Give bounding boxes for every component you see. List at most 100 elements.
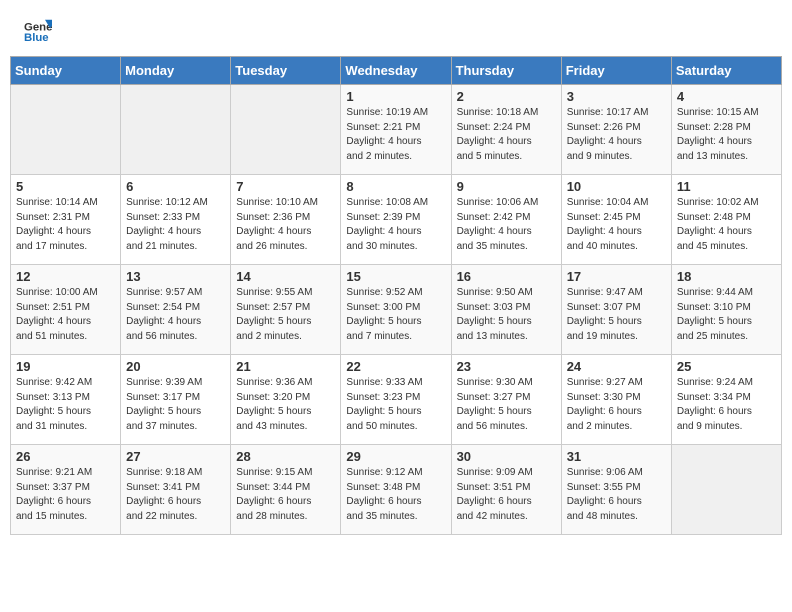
day-number: 4 (677, 89, 776, 104)
day-number: 10 (567, 179, 666, 194)
weekday-header: Thursday (451, 57, 561, 85)
day-number: 31 (567, 449, 666, 464)
calendar-cell (11, 85, 121, 175)
day-number: 12 (16, 269, 115, 284)
calendar-cell: 4 Sunrise: 10:15 AM Sunset: 2:28 PM Dayli… (671, 85, 781, 175)
calendar-cell: 2Sunrise: 10:18 AM Sunset: 2:24 PM Dayli… (451, 85, 561, 175)
day-number: 22 (346, 359, 445, 374)
calendar-cell: 8 Sunrise: 10:08 AM Sunset: 2:39 PM Dayli… (341, 175, 451, 265)
calendar-header: SundayMondayTuesdayWednesdayThursdayFrid… (11, 57, 782, 85)
day-info: Sunrise: 10:08 AM Sunset: 2:39 PM Daylig… (346, 196, 445, 254)
day-info: Sunrise: 9:21 AM Sunset: 3:37 PM Dayligh… (16, 466, 115, 524)
day-info: Sunrise: 10:15 AM Sunset: 2:28 PM Daylig… (677, 106, 776, 164)
day-number: 7 (236, 179, 335, 194)
day-number: 26 (16, 449, 115, 464)
calendar-cell: 17 Sunrise: 9:47 AM Sunset: 3:07 PM Dayli… (561, 265, 671, 355)
calendar-cell: 20 Sunrise: 9:39 AM Sunset: 3:17 PM Dayli… (121, 355, 231, 445)
calendar-cell: 21 Sunrise: 9:36 AM Sunset: 3:20 PM Dayli… (231, 355, 341, 445)
day-info: Sunrise: 9:42 AM Sunset: 3:13 PM Dayligh… (16, 376, 115, 434)
calendar-cell: 30Sunrise: 9:09 AM Sunset: 3:51 PM Dayli… (451, 445, 561, 535)
calendar-cell: 11 Sunrise: 10:02 AM Sunset: 2:48 PM Dayl… (671, 175, 781, 265)
calendar-cell: 28Sunrise: 9:15 AM Sunset: 3:44 PM Dayli… (231, 445, 341, 535)
weekday-header: Tuesday (231, 57, 341, 85)
calendar-wrap: SundayMondayTuesdayWednesdayThursdayFrid… (0, 56, 792, 545)
calendar-cell: 22 Sunrise: 9:33 AM Sunset: 3:23 PM Dayli… (341, 355, 451, 445)
day-info: Sunrise: 10:17 AM Sunset: 2:26 PM Daylig… (567, 106, 666, 164)
day-info: Sunrise: 9:33 AM Sunset: 3:23 PM Dayligh… (346, 376, 445, 434)
day-number: 29 (346, 449, 445, 464)
calendar-cell: 3 Sunrise: 10:17 AM Sunset: 2:26 PM Dayli… (561, 85, 671, 175)
day-number: 17 (567, 269, 666, 284)
calendar-cell: 7 Sunrise: 10:10 AM Sunset: 2:36 PM Dayli… (231, 175, 341, 265)
day-info: Sunrise: 10:12 AM Sunset: 2:33 PM Daylig… (126, 196, 225, 254)
calendar-cell (231, 85, 341, 175)
calendar-cell: 24 Sunrise: 9:27 AM Sunset: 3:30 PM Dayli… (561, 355, 671, 445)
day-info: Sunrise: 9:39 AM Sunset: 3:17 PM Dayligh… (126, 376, 225, 434)
day-number: 20 (126, 359, 225, 374)
calendar-table: SundayMondayTuesdayWednesdayThursdayFrid… (10, 56, 782, 535)
day-info: Sunrise: 9:57 AM Sunset: 2:54 PM Dayligh… (126, 286, 225, 344)
calendar-cell: 9 Sunrise: 10:06 AM Sunset: 2:42 PM Dayli… (451, 175, 561, 265)
day-info: Sunrise: 10:06 AM Sunset: 2:42 PM Daylig… (457, 196, 556, 254)
logo-icon: General Blue (24, 18, 52, 46)
day-number: 19 (16, 359, 115, 374)
day-number: 24 (567, 359, 666, 374)
calendar-cell (671, 445, 781, 535)
calendar-cell: 10 Sunrise: 10:04 AM Sunset: 2:45 PM Dayl… (561, 175, 671, 265)
weekday-header: Saturday (671, 57, 781, 85)
calendar-week-row: 12Sunrise: 10:00 AM Sunset: 2:51 PM Dayl… (11, 265, 782, 355)
day-info: Sunrise: 10:02 AM Sunset: 2:48 PM Daylig… (677, 196, 776, 254)
day-info: Sunrise: 9:30 AM Sunset: 3:27 PM Dayligh… (457, 376, 556, 434)
day-number: 2 (457, 89, 556, 104)
day-info: Sunrise: 9:50 AM Sunset: 3:03 PM Dayligh… (457, 286, 556, 344)
day-info: Sunrise: 9:12 AM Sunset: 3:48 PM Dayligh… (346, 466, 445, 524)
calendar-week-row: 5Sunrise: 10:14 AM Sunset: 2:31 PM Dayli… (11, 175, 782, 265)
day-info: Sunrise: 9:47 AM Sunset: 3:07 PM Dayligh… (567, 286, 666, 344)
day-number: 28 (236, 449, 335, 464)
calendar-cell: 12Sunrise: 10:00 AM Sunset: 2:51 PM Dayl… (11, 265, 121, 355)
calendar-cell: 26 Sunrise: 9:21 AM Sunset: 3:37 PM Dayli… (11, 445, 121, 535)
day-info: Sunrise: 9:24 AM Sunset: 3:34 PM Dayligh… (677, 376, 776, 434)
calendar-cell (121, 85, 231, 175)
day-info: Sunrise: 9:36 AM Sunset: 3:20 PM Dayligh… (236, 376, 335, 434)
calendar-cell: 27Sunrise: 9:18 AM Sunset: 3:41 PM Dayli… (121, 445, 231, 535)
header: General Blue (0, 0, 792, 56)
calendar-week-row: 1 Sunrise: 10:19 AM Sunset: 2:21 PM Dayli… (11, 85, 782, 175)
day-number: 13 (126, 269, 225, 284)
weekday-header: Friday (561, 57, 671, 85)
day-number: 11 (677, 179, 776, 194)
day-number: 30 (457, 449, 556, 464)
calendar-cell: 14 Sunrise: 9:55 AM Sunset: 2:57 PM Dayli… (231, 265, 341, 355)
day-info: Sunrise: 10:10 AM Sunset: 2:36 PM Daylig… (236, 196, 335, 254)
calendar-cell: 23Sunrise: 9:30 AM Sunset: 3:27 PM Dayli… (451, 355, 561, 445)
day-info: Sunrise: 10:04 AM Sunset: 2:45 PM Daylig… (567, 196, 666, 254)
calendar-cell: 31 Sunrise: 9:06 AM Sunset: 3:55 PM Dayli… (561, 445, 671, 535)
day-number: 1 (346, 89, 445, 104)
day-info: Sunrise: 10:19 AM Sunset: 2:21 PM Daylig… (346, 106, 445, 164)
day-number: 18 (677, 269, 776, 284)
calendar-cell: 29 Sunrise: 9:12 AM Sunset: 3:48 PM Dayli… (341, 445, 451, 535)
day-number: 14 (236, 269, 335, 284)
day-info: Sunrise: 10:14 AM Sunset: 2:31 PM Daylig… (16, 196, 115, 254)
svg-text:Blue: Blue (24, 32, 49, 44)
day-number: 3 (567, 89, 666, 104)
weekday-header: Wednesday (341, 57, 451, 85)
day-number: 15 (346, 269, 445, 284)
calendar-week-row: 26 Sunrise: 9:21 AM Sunset: 3:37 PM Dayli… (11, 445, 782, 535)
weekday-header: Monday (121, 57, 231, 85)
day-number: 9 (457, 179, 556, 194)
day-info: Sunrise: 9:06 AM Sunset: 3:55 PM Dayligh… (567, 466, 666, 524)
day-info: Sunrise: 9:55 AM Sunset: 2:57 PM Dayligh… (236, 286, 335, 344)
day-number: 8 (346, 179, 445, 194)
day-number: 21 (236, 359, 335, 374)
day-info: Sunrise: 9:27 AM Sunset: 3:30 PM Dayligh… (567, 376, 666, 434)
calendar-cell: 18 Sunrise: 9:44 AM Sunset: 3:10 PM Dayli… (671, 265, 781, 355)
calendar-week-row: 19 Sunrise: 9:42 AM Sunset: 3:13 PM Dayli… (11, 355, 782, 445)
day-number: 27 (126, 449, 225, 464)
calendar-cell: 1 Sunrise: 10:19 AM Sunset: 2:21 PM Dayli… (341, 85, 451, 175)
calendar-cell: 6Sunrise: 10:12 AM Sunset: 2:33 PM Dayli… (121, 175, 231, 265)
calendar-cell: 19 Sunrise: 9:42 AM Sunset: 3:13 PM Dayli… (11, 355, 121, 445)
calendar-cell: 13 Sunrise: 9:57 AM Sunset: 2:54 PM Dayli… (121, 265, 231, 355)
day-info: Sunrise: 9:44 AM Sunset: 3:10 PM Dayligh… (677, 286, 776, 344)
logo: General Blue (24, 18, 56, 46)
